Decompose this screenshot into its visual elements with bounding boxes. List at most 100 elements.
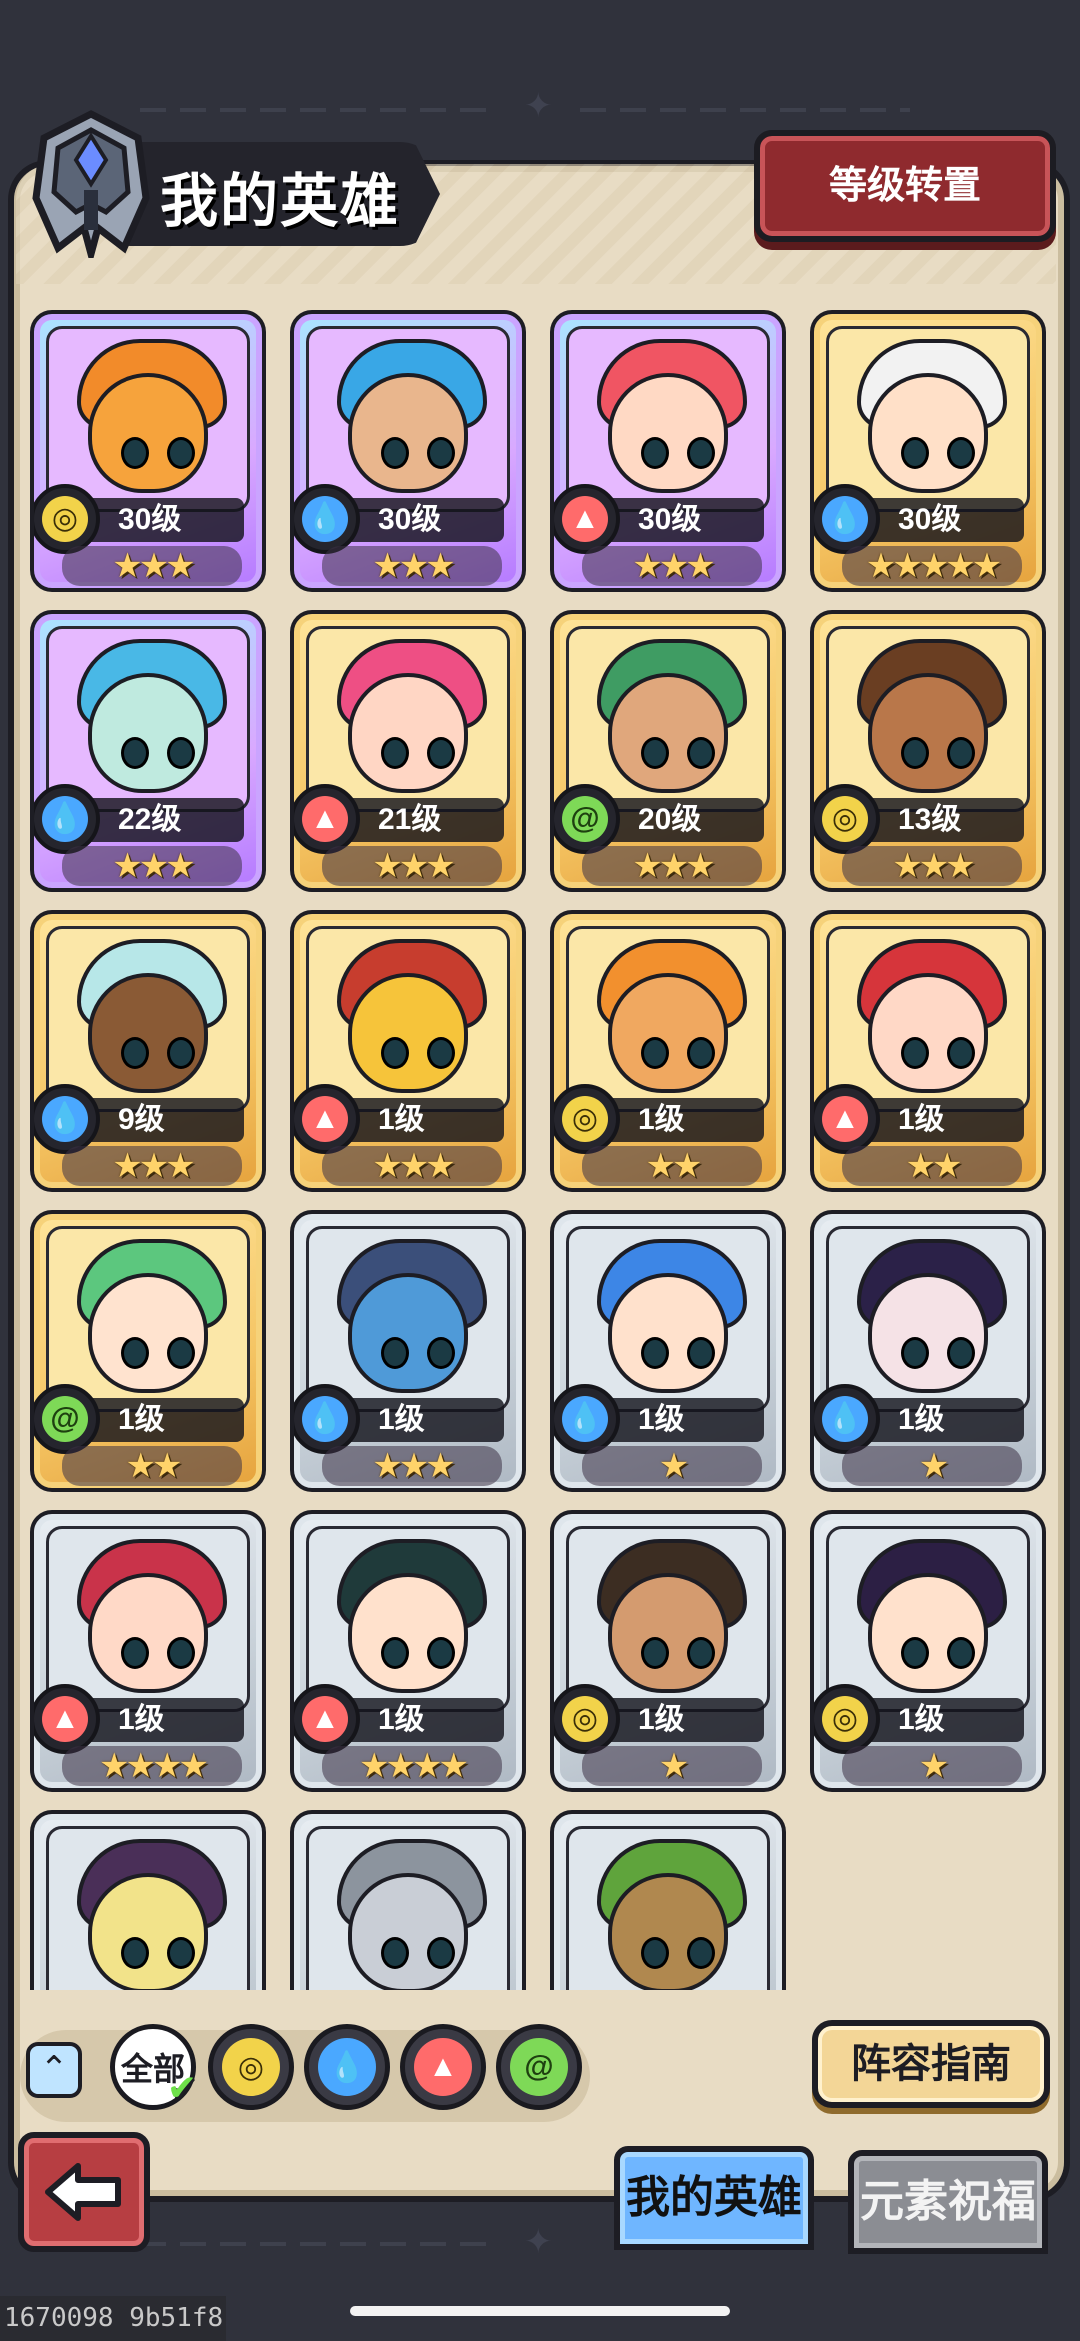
hero-card[interactable]: 13级 ◎ ★★★	[810, 610, 1046, 892]
hero-card[interactable]: 1级 💧 ★★★	[290, 1210, 526, 1492]
star-icon: ★	[892, 847, 923, 885]
water-icon: 💧	[318, 2038, 376, 2096]
filter-wind-button[interactable]: @	[496, 2024, 582, 2110]
hero-card[interactable]: 22级 💧 ★★★	[30, 610, 266, 892]
hero-card[interactable]: 1级 ▲ ★★★	[290, 910, 526, 1192]
lineup-guide-button[interactable]: 阵容指南	[812, 2020, 1050, 2108]
star-icon: ★	[658, 1747, 690, 1785]
hero-eye	[167, 1337, 195, 1369]
hero-card[interactable]: 1级 @ ★★	[30, 1210, 266, 1492]
sparkle-icon: ✦	[524, 2223, 553, 2261]
star-icon: ★	[165, 847, 196, 885]
hero-eye	[641, 1337, 669, 1369]
hero-eye	[427, 1637, 455, 1669]
hero-portrait	[566, 326, 770, 512]
wind-icon: @	[34, 1384, 100, 1454]
hero-portrait	[46, 626, 250, 812]
earth-icon: ◎	[554, 1084, 620, 1154]
level-transfer-button[interactable]: 等级转置	[754, 130, 1056, 242]
hero-eye	[901, 1637, 929, 1669]
hero-star-rating: ★★★	[322, 1446, 502, 1486]
star-icon: ★	[658, 547, 690, 585]
star-icon: ★	[372, 1447, 403, 1485]
hero-card[interactable]: 30级 💧 ★★★	[290, 310, 526, 592]
hero-face	[868, 1572, 988, 1693]
chevron-up-icon[interactable]: ⌃	[26, 2042, 82, 2098]
hero-star-rating: ★★★	[62, 546, 242, 586]
hero-face	[88, 1872, 208, 1990]
hero-eye	[947, 1637, 975, 1669]
hero-grid: 30级 ◎ ★★★ 30级 💧 ★★★ 30级 ▲ ★★★ 30级 💧 ★★★★★ 22级 💧 ★★★ 21级…	[30, 310, 1050, 1990]
hero-portrait	[566, 1226, 770, 1412]
hero-card[interactable]	[550, 1810, 786, 1990]
hero-card[interactable]: 1级 ◎ ★	[550, 1510, 786, 1792]
hero-card[interactable]: 20级 @ ★★★	[550, 610, 786, 892]
earth-icon: ◎	[34, 484, 100, 554]
hero-eye	[687, 1337, 715, 1369]
hero-face	[608, 1872, 728, 1990]
water-icon: 💧	[294, 1384, 360, 1454]
filter-fire-button[interactable]: ▲	[400, 2024, 486, 2110]
hero-card[interactable]: 1级 💧 ★	[550, 1210, 786, 1492]
star-icon: ★	[425, 1447, 456, 1485]
hero-card[interactable]: 1级 ▲ ★★★★	[30, 1510, 266, 1792]
fire-icon: ▲	[34, 1684, 100, 1754]
star-icon: ★	[438, 1747, 469, 1785]
hero-eye	[121, 1937, 149, 1969]
water-icon: 💧	[814, 1384, 880, 1454]
star-icon: ★	[412, 1747, 443, 1785]
filter-water-button[interactable]: 💧	[304, 2024, 390, 2110]
filter-all-button[interactable]: 全部 ✔	[110, 2024, 197, 2110]
hero-card[interactable]: 21级 ▲ ★★★	[290, 610, 526, 892]
hero-card[interactable]	[30, 1810, 266, 1990]
star-icon: ★	[425, 547, 456, 585]
hero-eye	[641, 1637, 669, 1669]
hero-eye	[641, 437, 669, 469]
hero-face	[348, 372, 468, 493]
hero-star-rating: ★★	[842, 1146, 1022, 1186]
hero-card[interactable]: 1级 ◎ ★	[810, 1510, 1046, 1792]
wind-icon: @	[554, 784, 620, 854]
tab-element-blessing[interactable]: 元素祝福	[848, 2150, 1048, 2254]
hero-card[interactable]: 30级 ◎ ★★★	[30, 310, 266, 592]
hero-card[interactable]: 1级 ▲ ★★	[810, 910, 1046, 1192]
water-icon: 💧	[34, 1084, 100, 1154]
hero-eye	[121, 1337, 149, 1369]
hero-star-rating: ★★★	[582, 546, 762, 586]
hero-eye	[167, 1037, 195, 1069]
hero-face	[868, 672, 988, 793]
hero-card[interactable]: 1级 💧 ★	[810, 1210, 1046, 1492]
hero-card[interactable]: 30级 💧 ★★★★★	[810, 310, 1046, 592]
hero-eye	[381, 1937, 409, 1969]
bottom-decoration-left	[140, 2242, 500, 2246]
wind-icon: @	[510, 2038, 568, 2096]
tab-my-heroes[interactable]: 我的英雄	[614, 2146, 814, 2250]
hero-portrait	[826, 626, 1030, 812]
sparkle-icon: ✦	[524, 87, 553, 125]
hero-card[interactable]: 1级 ◎ ★★	[550, 910, 786, 1192]
hero-card[interactable]: 1级 ▲ ★★★★	[290, 1510, 526, 1792]
hero-eye	[427, 437, 455, 469]
star-icon: ★	[112, 1147, 143, 1185]
star-icon: ★	[398, 1147, 430, 1185]
star-icon: ★	[372, 1147, 403, 1185]
hero-card[interactable]: 30级 ▲ ★★★	[550, 310, 786, 592]
hero-eye	[427, 1337, 455, 1369]
hero-eye	[427, 1037, 455, 1069]
hero-eye	[687, 1937, 715, 1969]
star-icon: ★	[932, 1147, 963, 1185]
hero-face	[608, 1572, 728, 1693]
back-button[interactable]	[18, 2132, 150, 2252]
hero-card[interactable]	[290, 1810, 526, 1990]
star-icon: ★	[138, 1147, 170, 1185]
hero-portrait	[46, 1226, 250, 1412]
back-arrow-icon	[45, 2163, 121, 2221]
hero-card[interactable]: 9级 💧 ★★★	[30, 910, 266, 1192]
home-indicator[interactable]	[350, 2306, 730, 2316]
fire-icon: ▲	[294, 784, 360, 854]
page-title: 我的英雄	[160, 169, 401, 234]
hero-face	[348, 1872, 468, 1990]
filter-earth-button[interactable]: ◎	[208, 2024, 294, 2110]
star-icon: ★	[865, 547, 897, 585]
star-icon: ★	[918, 847, 950, 885]
